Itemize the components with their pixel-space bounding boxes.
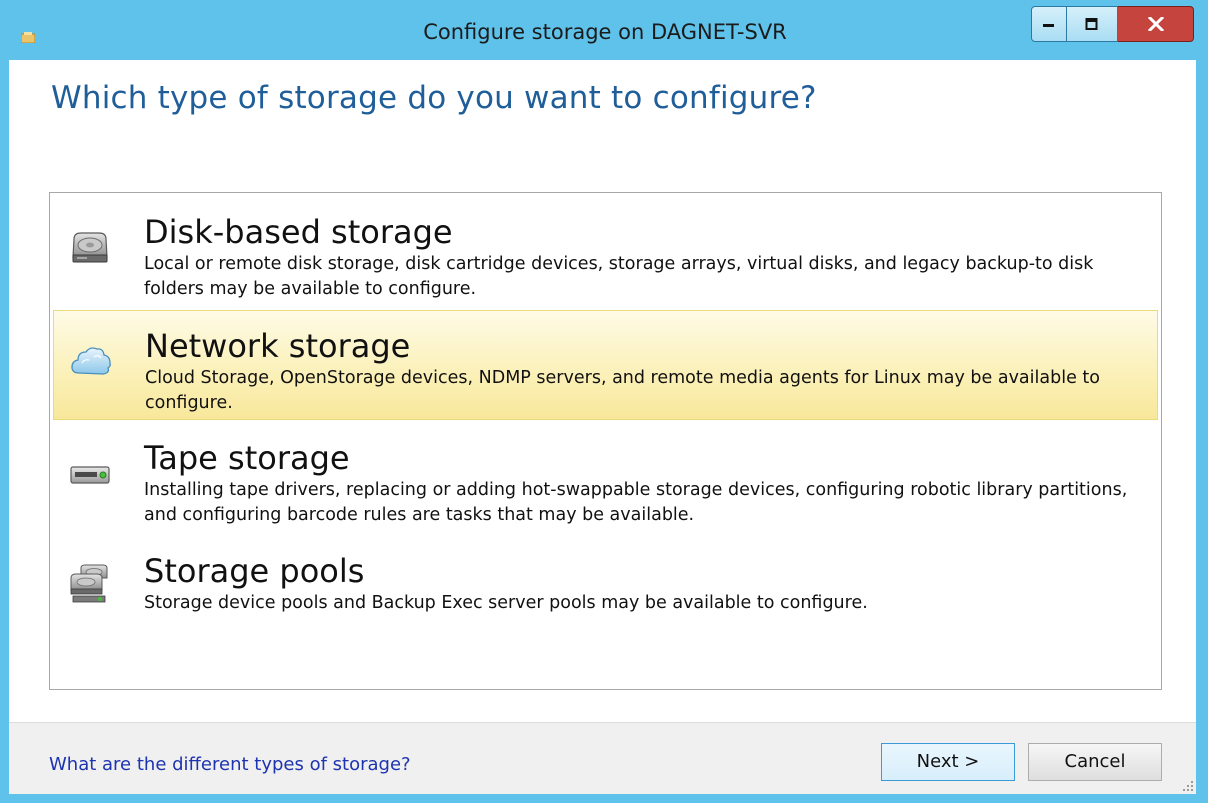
option-title: Disk-based storage (144, 213, 453, 251)
title-bar[interactable]: Configure storage on DAGNET-SVR (0, 0, 1208, 62)
cloud-icon (71, 347, 111, 375)
page-heading: Which type of storage do you want to con… (51, 80, 817, 116)
maximize-button[interactable] (1067, 6, 1118, 42)
option-description: Installing tape drivers, replacing or ad… (144, 480, 1128, 525)
option-network-storage[interactable]: Network storage Cloud Storage, OpenStora… (53, 310, 1158, 420)
option-title: Tape storage (144, 439, 350, 477)
wizard-footer: What are the different types of storage?… (9, 722, 1196, 794)
configure-storage-window: Configure storage on DAGNET-SVR Which ty… (0, 0, 1208, 803)
cancel-button[interactable]: Cancel (1028, 743, 1162, 781)
option-description: Local or remote disk storage, disk cartr… (144, 254, 1094, 299)
option-disk-based-storage[interactable]: Disk-based storage Local or remote disk … (53, 197, 1158, 307)
storage-types-help-link[interactable]: What are the different types of storage? (49, 754, 411, 775)
minimize-icon (1043, 24, 1054, 27)
window-title: Configure storage on DAGNET-SVR (423, 20, 787, 44)
option-storage-pools[interactable]: Storage pools Storage device pools and B… (53, 536, 1158, 646)
next-button[interactable]: Next > (881, 743, 1015, 781)
option-tape-storage[interactable]: Tape storage Installing tape drivers, re… (53, 423, 1158, 533)
option-description: Storage device pools and Backup Exec ser… (144, 593, 868, 613)
resize-grip-icon[interactable] (1180, 778, 1194, 792)
close-icon (1147, 17, 1164, 31)
close-button[interactable] (1118, 6, 1194, 42)
maximize-icon (1085, 18, 1098, 30)
wizard-content: Which type of storage do you want to con… (9, 60, 1196, 794)
storage-type-list: Disk-based storage Local or remote disk … (49, 192, 1162, 690)
option-title: Network storage (145, 327, 411, 365)
app-icon (21, 32, 35, 43)
minimize-button[interactable] (1031, 6, 1067, 42)
storage-pool-icon (70, 564, 108, 603)
option-description: Cloud Storage, OpenStorage devices, NDMP… (145, 368, 1100, 413)
hard-disk-icon (72, 232, 108, 263)
tape-drive-icon (70, 466, 110, 484)
option-title: Storage pools (144, 552, 365, 590)
